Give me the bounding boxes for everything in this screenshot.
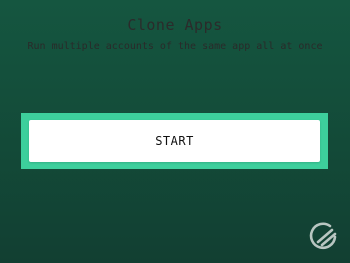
gadgets-logo-icon — [306, 218, 340, 252]
page-subtitle: Run multiple accounts of the same app al… — [27, 41, 323, 52]
start-button-frame: START — [21, 113, 328, 169]
page-title: Clone Apps — [127, 16, 223, 34]
start-button[interactable]: START — [29, 120, 320, 162]
